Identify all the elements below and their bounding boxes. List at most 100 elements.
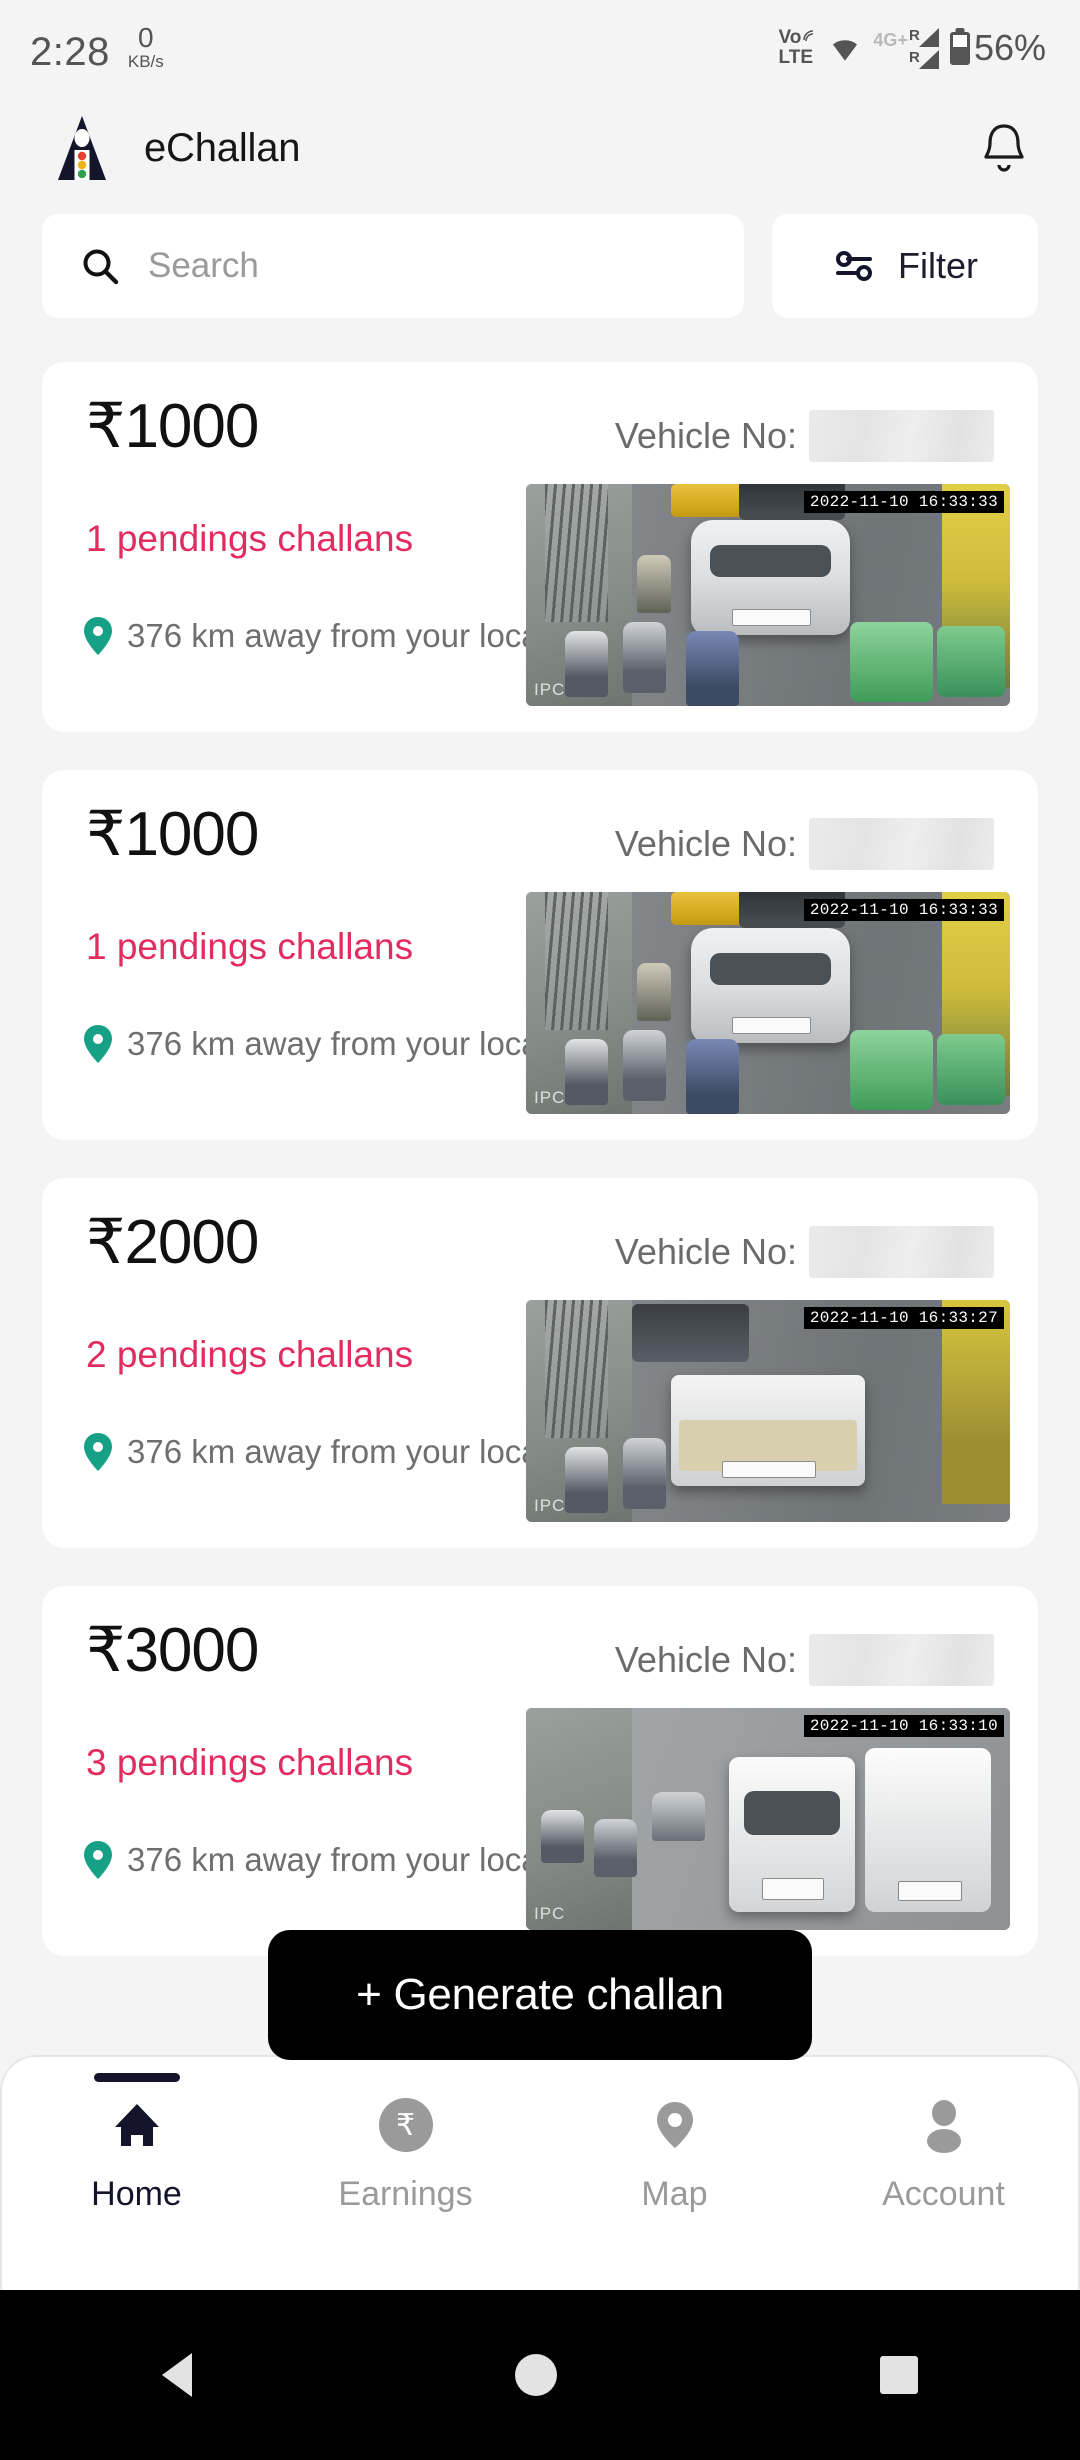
volte-icon: Vo LTE: [779, 28, 818, 68]
vehicle-number-masked-value: [809, 818, 994, 870]
home-icon: [109, 2097, 165, 2153]
location-pin-icon: [82, 1024, 114, 1064]
challan-card[interactable]: ₹2000 Vehicle No: 2 pendings challans 37…: [42, 1178, 1038, 1548]
data-rate-indicator: 0 KB/s: [128, 24, 164, 72]
circle-home-icon[interactable]: [514, 2354, 557, 2396]
vehicle-number: Vehicle No:: [615, 396, 994, 462]
vehicle-number-label: Vehicle No:: [614, 1639, 797, 1680]
challan-amount: ₹3000: [86, 1616, 259, 1685]
motorcycle-rider: [540, 1810, 585, 1864]
app-header: eChallan: [0, 96, 1080, 200]
distance-text: 376 km away from your location: [127, 617, 593, 654]
search-icon: [78, 244, 122, 288]
vehicle-number-masked-value: [809, 410, 994, 462]
triangle-back-icon[interactable]: [161, 2353, 192, 2397]
nav-label-map: Map: [641, 2175, 708, 2213]
white-car: [690, 927, 851, 1043]
thumbnail-timestamp: 2022-11-10 16:33:33: [803, 899, 1004, 921]
green-tractor: [850, 621, 933, 702]
auto-rickshaw: [671, 892, 749, 926]
bell-icon[interactable]: [972, 116, 1036, 180]
search-placeholder: Search: [148, 246, 259, 285]
generate-challan-button[interactable]: + Generate challan: [268, 1930, 812, 2060]
app-title: eChallan: [144, 125, 301, 170]
vehicle-number-masked-value: [809, 1634, 994, 1686]
status-bar-left: 2:28 0 KB/s: [30, 24, 164, 73]
search-input[interactable]: Search: [42, 214, 744, 318]
violation-thumbnail[interactable]: 2022-11-10 16:33:33 IPC: [526, 892, 1010, 1114]
active-tab-indicator: [93, 2073, 180, 2082]
motorcycle-rider: [622, 1029, 667, 1101]
bottom-navigation: Home ₹ Earnings Map Account: [0, 2055, 1080, 2290]
railing: [545, 1300, 609, 1438]
nav-label-home: Home: [91, 2175, 182, 2213]
rupee-circle-icon: ₹: [378, 2097, 434, 2153]
challan-amount: ₹2000: [86, 1208, 259, 1277]
distance-text: 376 km away from your location: [127, 1025, 593, 1062]
card-header: ₹1000 Vehicle No:: [42, 804, 1038, 870]
nav-item-home[interactable]: Home: [2, 2073, 271, 2214]
cctv-scene: [526, 1708, 1010, 1930]
status-bar-right: Vo LTE 4G+ R R 56%: [779, 27, 1046, 69]
card-header: ₹2000 Vehicle No:: [42, 1212, 1038, 1278]
square-recents-icon[interactable]: [880, 2356, 919, 2394]
map-pin-icon: [647, 2097, 703, 2153]
filter-button[interactable]: Filter: [772, 214, 1038, 318]
pedestrian: [637, 555, 672, 613]
green-tractor: [937, 626, 1006, 698]
green-tractor: [850, 1029, 933, 1110]
vehicle-number-label: Vehicle No:: [614, 1231, 797, 1272]
white-car: [690, 519, 851, 635]
location-pin-icon: [82, 1840, 114, 1880]
nav-label-earnings: Earnings: [338, 2175, 473, 2213]
thumbnail-timestamp: 2022-11-10 16:33:10: [803, 1715, 1004, 1737]
vehicle-number-label: Vehicle No:: [614, 415, 797, 456]
thumbnail-timestamp: 2022-11-10 16:33:27: [803, 1307, 1004, 1329]
thumbnail-timestamp: 2022-11-10 16:33:33: [803, 491, 1004, 513]
challan-card[interactable]: ₹1000 Vehicle No: 1 pendings challans 37…: [42, 770, 1038, 1140]
battery-indicator: 56%: [949, 27, 1046, 69]
motorcycle-rider: [564, 630, 609, 698]
data-rate-unit: KB/s: [127, 52, 164, 71]
distance-text: 376 km away from your location: [127, 1433, 593, 1470]
motorcycle-rider: [685, 630, 739, 706]
location-pin-icon: [82, 1432, 114, 1472]
violation-thumbnail[interactable]: 2022-11-10 16:33:27 IPC: [526, 1300, 1010, 1522]
motorcycle-rider: [622, 1437, 667, 1509]
data-rate-value: 0: [138, 22, 154, 53]
location-pin-icon: [82, 616, 114, 656]
vehicle-number: Vehicle No:: [615, 1620, 994, 1686]
thumbnail-watermark: IPC: [534, 1088, 566, 1107]
motorcycle-rider: [651, 1792, 706, 1842]
violation-thumbnail[interactable]: 2022-11-10 16:33:10 IPC: [526, 1708, 1010, 1930]
volte-top-label: Vo: [778, 27, 802, 49]
nav-item-map[interactable]: Map: [540, 2097, 809, 2214]
thumbnail-watermark: IPC: [534, 1904, 566, 1923]
motorcycle-rider: [622, 621, 667, 693]
signal-bars-stack: R R: [909, 27, 939, 69]
echallan-road-traffic-light-logo-icon: [44, 110, 120, 186]
vehicle-number-masked-value: [809, 1226, 994, 1278]
motorcycle-rider: [593, 1819, 638, 1877]
cctv-scene: [526, 892, 1010, 1114]
auto-rickshaw: [671, 484, 749, 518]
card-header: ₹1000 Vehicle No:: [42, 396, 1038, 462]
sim1-bars-icon: [918, 27, 939, 47]
volte-bottom-label: LTE: [778, 47, 814, 68]
white-car: [729, 1756, 856, 1913]
railing: [545, 484, 609, 622]
network-type-label: 4G+: [873, 29, 908, 50]
sim2-bars-icon: [918, 49, 939, 69]
violation-thumbnail[interactable]: 2022-11-10 16:33:33 IPC: [526, 484, 1010, 706]
nav-item-earnings[interactable]: ₹ Earnings: [271, 2097, 540, 2214]
challan-card[interactable]: ₹3000 Vehicle No: 3 pendings challans 37…: [42, 1586, 1038, 1956]
filter-label: Filter: [898, 245, 978, 286]
motorcycle-rider: [685, 1038, 739, 1114]
person-icon: [916, 2097, 972, 2153]
challan-card[interactable]: ₹1000 Vehicle No: 1 pendings challans 37…: [42, 362, 1038, 732]
android-system-nav-bar: [0, 2290, 1080, 2460]
challan-amount: ₹1000: [86, 800, 259, 869]
nav-item-account[interactable]: Account: [809, 2097, 1078, 2214]
thumbnail-watermark: IPC: [534, 1496, 566, 1515]
yellow-bus: [942, 1300, 1010, 1505]
